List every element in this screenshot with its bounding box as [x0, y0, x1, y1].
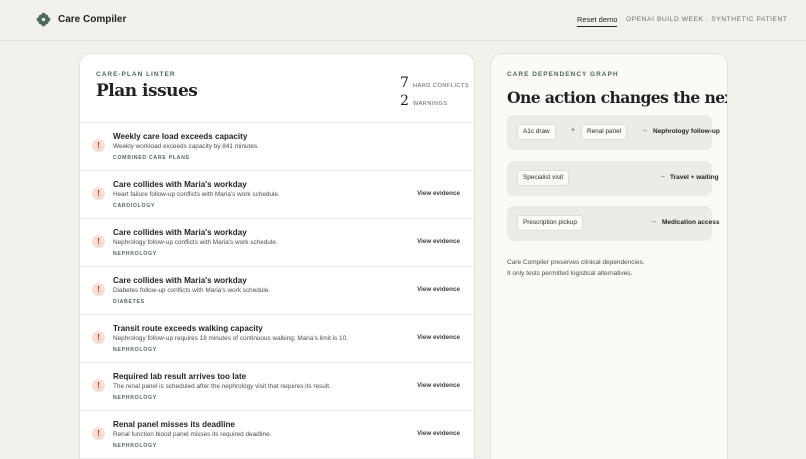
alert-icon: ! — [92, 379, 105, 392]
issue-row[interactable]: ! Transit route exceeds walking capacity… — [80, 315, 474, 363]
arrow-right-icon: → — [659, 173, 666, 180]
graph-note: Care Compiler preserves clinical depende… — [507, 258, 645, 279]
view-evidence-button[interactable]: View evidence — [417, 334, 460, 341]
alert-icon: ! — [92, 283, 105, 296]
stat-value: 2 — [400, 93, 409, 109]
issue-description: Diabetes follow-up conflicts with Maria'… — [113, 287, 271, 294]
stat-value: 7 — [400, 75, 409, 91]
top-bar: Care Compiler Reset demo OPENAI BUILD WE… — [0, 0, 806, 41]
issue-title: Care collides with Maria's workday — [113, 276, 247, 285]
note-line: Care Compiler preserves clinical depende… — [507, 259, 645, 266]
issue-title: Required lab result arrives too late — [113, 372, 247, 381]
view-evidence-button[interactable]: View evidence — [417, 382, 460, 389]
view-evidence-button[interactable]: View evidence — [417, 286, 460, 293]
issue-category: DIABETES — [113, 299, 145, 305]
dependency-chip: Prescription pickup — [517, 215, 583, 231]
issue-title: Renal panel misses its deadline — [113, 420, 235, 429]
issue-stats: 7 HARD CONFLICTS 2 WARNINGS — [400, 75, 469, 111]
issue-category: NEPHROLOGY — [113, 443, 157, 449]
issue-row[interactable]: ! Weekly care load exceeds capacity Week… — [80, 123, 474, 171]
dependency-chip: A1c draw — [517, 124, 556, 140]
graph-title: One action changes the next. — [507, 88, 728, 107]
issue-row[interactable]: ! Care collides with Maria's workday Hea… — [80, 171, 474, 219]
issue-row[interactable]: ! Required lab result arrives too late T… — [80, 363, 474, 411]
flower-logo-icon — [36, 12, 51, 27]
view-evidence-button[interactable]: View evidence — [417, 238, 460, 245]
issue-description: Weekly workload exceeds capacity by 841 … — [113, 143, 259, 150]
issue-category: NEPHROLOGY — [113, 347, 157, 353]
brand-name: Care Compiler — [58, 14, 127, 25]
reset-demo-link[interactable]: Reset demo — [577, 15, 618, 27]
issue-title: Care collides with Maria's workday — [113, 180, 247, 189]
issue-title: Weekly care load exceeds capacity — [113, 132, 248, 141]
dependency-chip: Renal panel — [581, 124, 628, 140]
issue-description: The renal panel is scheduled after the n… — [113, 383, 331, 390]
alert-icon: ! — [92, 139, 105, 152]
linter-title: Plan issues — [96, 81, 198, 101]
issue-row[interactable]: ! Renal panel misses its deadline Renal … — [80, 411, 474, 459]
issue-title: Transit route exceeds walking capacity — [113, 324, 263, 333]
dependency-target: Medication access — [662, 219, 720, 226]
hard-conflicts-stat: 7 HARD CONFLICTS — [400, 75, 469, 93]
alert-icon: ! — [92, 235, 105, 248]
dependency-target: Travel + waiting — [670, 174, 719, 181]
issue-category: CARDIOLOGY — [113, 203, 156, 209]
alert-icon: ! — [92, 427, 105, 440]
plus-icon: + — [571, 127, 576, 134]
warnings-stat: 2 WARNINGS — [400, 93, 469, 111]
issue-description: Nephrology follow-up requires 18 minutes… — [113, 335, 348, 342]
linter-eyebrow: CARE-PLAN LINTER — [96, 71, 176, 78]
stat-label: WARNINGS — [413, 101, 448, 107]
issue-row[interactable]: ! Care collides with Maria's workday Nep… — [80, 219, 474, 267]
care-dependency-graph-panel: CARE DEPENDENCY GRAPH One action changes… — [490, 53, 728, 459]
dependency-card[interactable]: Prescription pickup → Medication access — [507, 206, 719, 241]
graph-eyebrow: CARE DEPENDENCY GRAPH — [507, 71, 619, 78]
stat-label: HARD CONFLICTS — [413, 83, 470, 89]
alert-icon: ! — [92, 187, 105, 200]
arrow-right-icon: → — [641, 127, 648, 134]
issue-description: Heart failure follow-up conflicts with M… — [113, 191, 280, 198]
event-label: OPENAI BUILD WEEK · SYNTHETIC PATIENT — [626, 16, 788, 23]
care-plan-linter-panel: CARE-PLAN LINTER Plan issues 7 HARD CONF… — [79, 53, 475, 459]
brand[interactable]: Care Compiler — [36, 12, 126, 27]
issue-category: NEPHROLOGY — [113, 251, 157, 257]
issue-description: Nephrology follow-up conflicts with Mari… — [113, 239, 278, 246]
view-evidence-button[interactable]: View evidence — [417, 190, 460, 197]
issue-title: Care collides with Maria's workday — [113, 228, 247, 237]
note-line: It only tests permitted logistical alter… — [507, 269, 633, 277]
dependency-card[interactable]: A1c draw + Renal panel → Nephrology foll… — [507, 115, 720, 150]
issue-description: Renal function blood panel misses its re… — [113, 431, 272, 438]
issue-category: COMBINED CARE PLANS — [113, 155, 190, 161]
dependency-target: Nephrology follow-up — [653, 128, 720, 135]
issue-list: ! Weekly care load exceeds capacity Week… — [80, 123, 474, 459]
arrow-right-icon: → — [650, 218, 657, 225]
view-evidence-button[interactable]: View evidence — [417, 430, 460, 437]
alert-icon: ! — [92, 331, 105, 344]
dependency-card[interactable]: Specialist visit → Travel + waiting — [507, 161, 719, 196]
dependency-chip: Specialist visit — [517, 170, 570, 186]
issue-category: NEPHROLOGY — [113, 395, 157, 401]
issue-row[interactable]: ! Care collides with Maria's workday Dia… — [80, 267, 474, 315]
